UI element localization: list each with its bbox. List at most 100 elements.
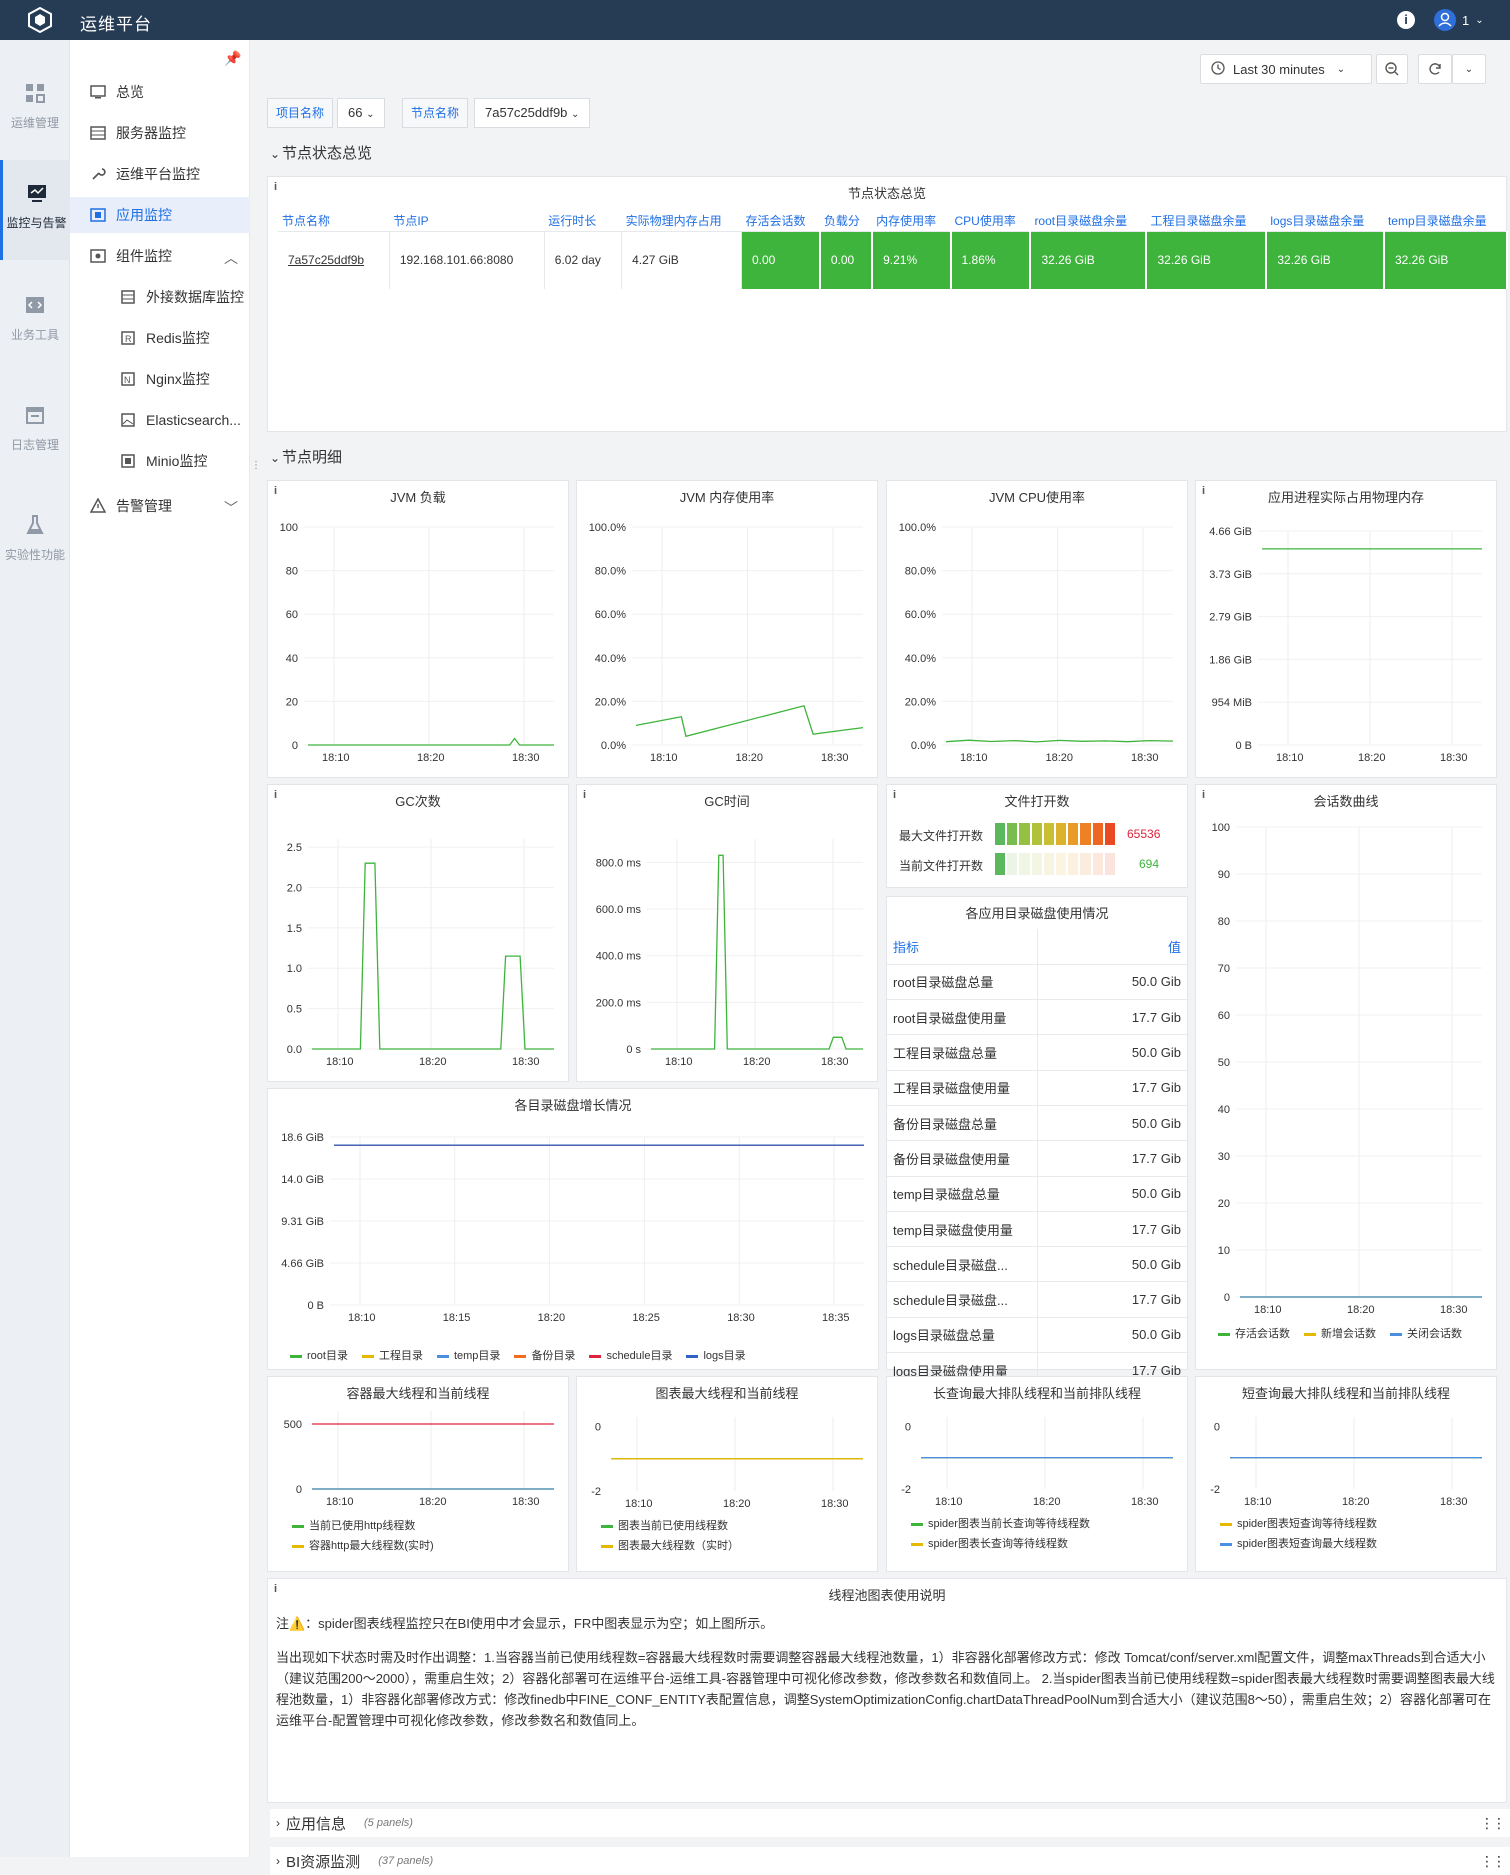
nav-item-minio[interactable]: Minio监控 (70, 443, 250, 479)
y-tick-label: 954 MiB (1212, 697, 1252, 709)
x-tick-label: 18:10 (348, 1312, 376, 1324)
legend-label: spider图表长查询等待线程数 (928, 1538, 1068, 1550)
legend-label: 图表当前已使用线程数 (618, 1520, 728, 1532)
column-header[interactable]: logs目录磁盘余量 (1266, 211, 1384, 232)
drag-handle-icon[interactable]: ⋮⋮ (1480, 1853, 1506, 1870)
nav-item-components[interactable]: 组件监控 ︿ (70, 238, 250, 274)
column-header[interactable]: 节点名称 (278, 211, 390, 232)
legend-item[interactable]: 容器http最大线程数(实时) (292, 1537, 552, 1553)
column-header[interactable]: 运行时长 (544, 211, 622, 232)
column-header[interactable]: CPU使用率 (950, 211, 1031, 232)
row-detail[interactable]: ⌄ 节点明细 (270, 446, 342, 467)
column-header[interactable]: 负载分 (819, 211, 873, 232)
chart-legend: spider图表当前长查询等待线程数 spider图表长查询等待线程数 (911, 1515, 1181, 1551)
legend-item[interactable]: spider图表短查询等待线程数 (1220, 1515, 1490, 1531)
x-tick-label: 18:20 (1347, 1304, 1375, 1316)
y-tick-label: 60.0% (595, 609, 626, 621)
svg-text:R: R (125, 334, 132, 344)
y-tick-label: 0.0 (287, 1044, 302, 1056)
chevron-down-icon: ⌄ (270, 451, 281, 465)
row-overview[interactable]: ⌄ 节点状态总览 (270, 142, 372, 163)
legend-item[interactable]: logs目录 (686, 1347, 746, 1363)
rail-item-logs[interactable]: 日志管理 (0, 382, 70, 482)
y-tick-label: 80 (1218, 916, 1230, 928)
table-header: 节点名称 节点IP 运行时长 实际物理内存占用 存活会话数 负载分 内存使用率 CPU使用率 r… (278, 211, 1507, 232)
column-header[interactable]: 工程目录磁盘余量 (1146, 211, 1267, 232)
nav-item-elasticsearch[interactable]: Elasticsearch... (70, 402, 250, 438)
metric-cell: temp目录磁盘总量 (887, 1176, 1038, 1212)
gauge-segment (1019, 853, 1030, 875)
nav-label: Redis监控 (146, 330, 210, 346)
column-header[interactable]: 存活会话数 (741, 211, 820, 232)
metric-cell: schedule目录磁盘... (887, 1281, 1038, 1318)
column-header[interactable]: 值 (1037, 929, 1187, 965)
legend-item[interactable]: spider图表当前长查询等待线程数 (911, 1515, 1181, 1531)
panel-title: 各目录磁盘增长情况 (514, 1098, 632, 1113)
legend-item[interactable]: spider图表短查询最大线程数 (1220, 1535, 1490, 1551)
pin-icon[interactable]: 📌 (224, 50, 241, 67)
nav-item-extdb[interactable]: 外接数据库监控 (70, 279, 250, 315)
table-cell: 4.27 GiB (621, 231, 742, 289)
app-logo-icon[interactable] (26, 6, 54, 34)
nav-item-server[interactable]: 服务器监控 (70, 115, 250, 151)
y-tick-label: 0.5 (287, 1004, 302, 1016)
project-select[interactable]: 66 ⌄ (337, 98, 386, 128)
column-header[interactable]: root目录磁盘余量 (1030, 211, 1147, 232)
panel-title: 文件打开数 (1004, 794, 1070, 809)
y-tick-label: 4.66 GiB (281, 1258, 324, 1270)
refresh-interval-button[interactable]: ⌄ (1452, 54, 1486, 84)
legend-item[interactable]: 当前已使用http线程数 (292, 1517, 552, 1533)
node-select[interactable]: 7a57c25ddf9b ⌄ (474, 98, 591, 128)
nav-item-platform[interactable]: 运维平台监控 (70, 156, 250, 192)
nav-item-alerts[interactable]: 告警管理 ﹀ (70, 488, 250, 524)
legend-label: spider图表短查询等待线程数 (1237, 1518, 1377, 1530)
column-header[interactable]: 指标 (887, 929, 1038, 965)
resize-handle-icon[interactable]: ⋮ (251, 460, 261, 471)
legend-item[interactable]: 工程目录 (361, 1347, 423, 1363)
drag-handle-icon[interactable]: ⋮⋮ (1480, 1815, 1506, 1832)
column-header[interactable]: 实际物理内存占用 (621, 211, 742, 232)
nav-item-app[interactable]: 应用监控 (70, 197, 250, 233)
x-tick-label: 18:20 (538, 1312, 566, 1324)
refresh-button[interactable] (1418, 54, 1452, 84)
zoom-out-button[interactable] (1376, 54, 1408, 84)
rail-item-lab[interactable]: 实验性功能 (0, 492, 70, 592)
table-row: schedule目录磁盘... 50.0 Gib (887, 1246, 1187, 1283)
legend-item[interactable]: spider图表长查询等待线程数 (911, 1535, 1181, 1551)
legend-item[interactable]: 关闭会话数 (1390, 1325, 1462, 1341)
legend-item[interactable]: schedule目录 (589, 1347, 672, 1363)
node-label: 节点名称 (402, 98, 469, 128)
legend-item[interactable]: temp目录 (436, 1347, 500, 1363)
nginx-icon: N (120, 371, 136, 387)
user-menu[interactable]: 1 ⌄ (1434, 9, 1484, 31)
info-icon[interactable]: i (1397, 11, 1415, 29)
legend-item[interactable]: 图表最大线程数（实时） (601, 1537, 861, 1553)
rail-item-tools[interactable]: 业务工具 (0, 272, 70, 372)
nav-item-overview[interactable]: 总览 (70, 74, 250, 110)
y-tick-label: -2 (901, 1484, 911, 1496)
rail-label: 业务工具 (10, 328, 59, 342)
legend-item[interactable]: 新增会话数 (1304, 1325, 1376, 1341)
x-tick-label: 18:10 (326, 1496, 354, 1508)
rail-item-monitor[interactable]: 监控与告警 (0, 160, 70, 260)
row-app-info[interactable]: › 应用信息 (5 panels) ⋮⋮ (270, 1809, 1510, 1837)
column-header[interactable]: temp目录磁盘余量 (1383, 211, 1507, 232)
column-header[interactable]: 内存使用率 (872, 211, 951, 232)
nav-item-redis[interactable]: R Redis监控 (70, 320, 250, 356)
legend-item[interactable]: 存活会话数 (1218, 1325, 1290, 1341)
chevron-down-icon: ⌄ (571, 109, 580, 120)
nav-item-nginx[interactable]: N Nginx监控 (70, 361, 250, 397)
legend-item[interactable]: root目录 (290, 1347, 348, 1363)
chart-legend: spider图表短查询等待线程数 spider图表短查询最大线程数 (1220, 1515, 1490, 1551)
table-cell[interactable]: 7a57c25ddf9b (278, 231, 390, 289)
x-tick-label: 18:20 (743, 1056, 771, 1068)
refresh-icon (1429, 63, 1441, 75)
legend-item[interactable]: 备份目录 (514, 1347, 575, 1363)
column-header[interactable]: 节点IP (389, 211, 545, 232)
y-tick-label: 80 (286, 566, 298, 578)
x-tick-label: 18:30 (1440, 752, 1468, 764)
row-bi[interactable]: › BI资源监测 (37 panels) ⋮⋮ (270, 1847, 1510, 1875)
rail-item-ops[interactable]: 运维管理 (0, 60, 70, 160)
time-range-picker[interactable]: Last 30 minutes ⌄ (1200, 54, 1372, 84)
legend-item[interactable]: 图表当前已使用线程数 (601, 1517, 861, 1533)
